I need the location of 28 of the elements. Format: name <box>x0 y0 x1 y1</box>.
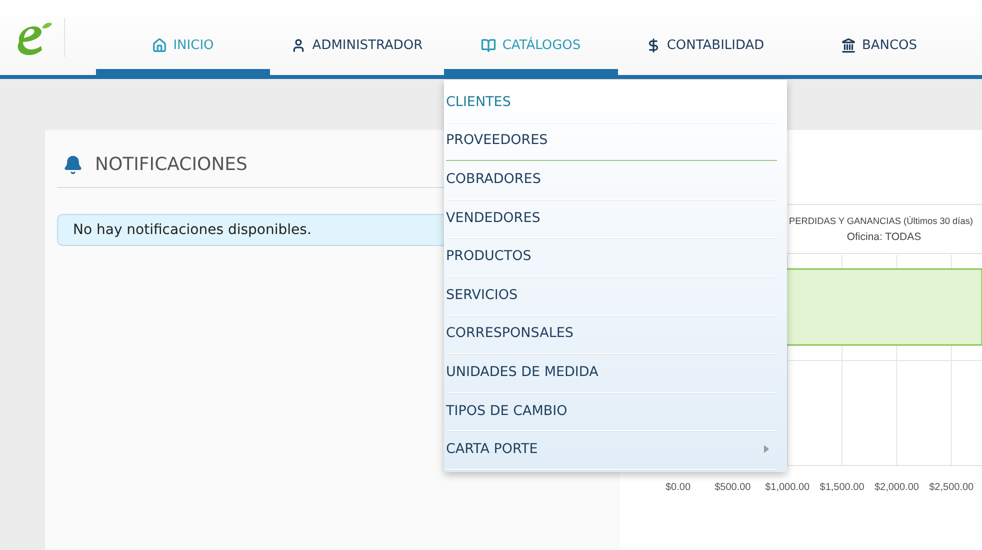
menu-item[interactable]: SERVICIOS <box>446 276 777 316</box>
menu-item[interactable]: CORRESPONSALES <box>446 316 777 354</box>
menu-item[interactable]: PROVEEDORES <box>446 122 777 162</box>
axis-tick-label: $500.00 <box>714 482 751 493</box>
bank-icon <box>840 38 856 53</box>
axis-tick-label: $0.00 <box>665 482 691 493</box>
nav-tab[interactable]: CONTABILIDAD <box>618 22 792 75</box>
axis-tick-label: $2,500.00 <box>929 482 974 493</box>
menu-item[interactable]: CARTA PORTE <box>446 431 777 470</box>
axis-tick-label: $2,000.00 <box>874 482 919 493</box>
menu-item[interactable]: UNIDADES DE MEDIDA <box>446 354 777 393</box>
chart-subtitle: Oficina: TODAS <box>846 231 922 243</box>
menu-item[interactable]: CLIENTES <box>446 84 777 123</box>
book-icon <box>481 38 496 53</box>
home-icon <box>152 38 168 53</box>
panel-title: NOTIFICACIONES <box>95 154 248 175</box>
bell-icon <box>63 154 83 174</box>
user-icon <box>291 38 306 53</box>
menu-item[interactable]: COBRADORES <box>446 161 777 200</box>
axis-tick-label: $1,000.00 <box>765 482 810 493</box>
menu-item[interactable]: TIPOS DE CAMBIO <box>446 392 777 432</box>
menu-item[interactable]: PRODUCTOS <box>446 238 777 277</box>
chart-title: PERDIDAS Y GANANCIAS (Últimos 30 días) <box>789 216 973 226</box>
axis-tick-label: $1,500.00 <box>820 482 864 493</box>
caret-icon <box>764 445 769 454</box>
nav-tab[interactable]: ADMINISTRADOR <box>270 22 444 75</box>
nav-tab[interactable]: BANCOS <box>792 22 966 75</box>
menu-item[interactable]: VENDEDORES <box>446 200 777 238</box>
